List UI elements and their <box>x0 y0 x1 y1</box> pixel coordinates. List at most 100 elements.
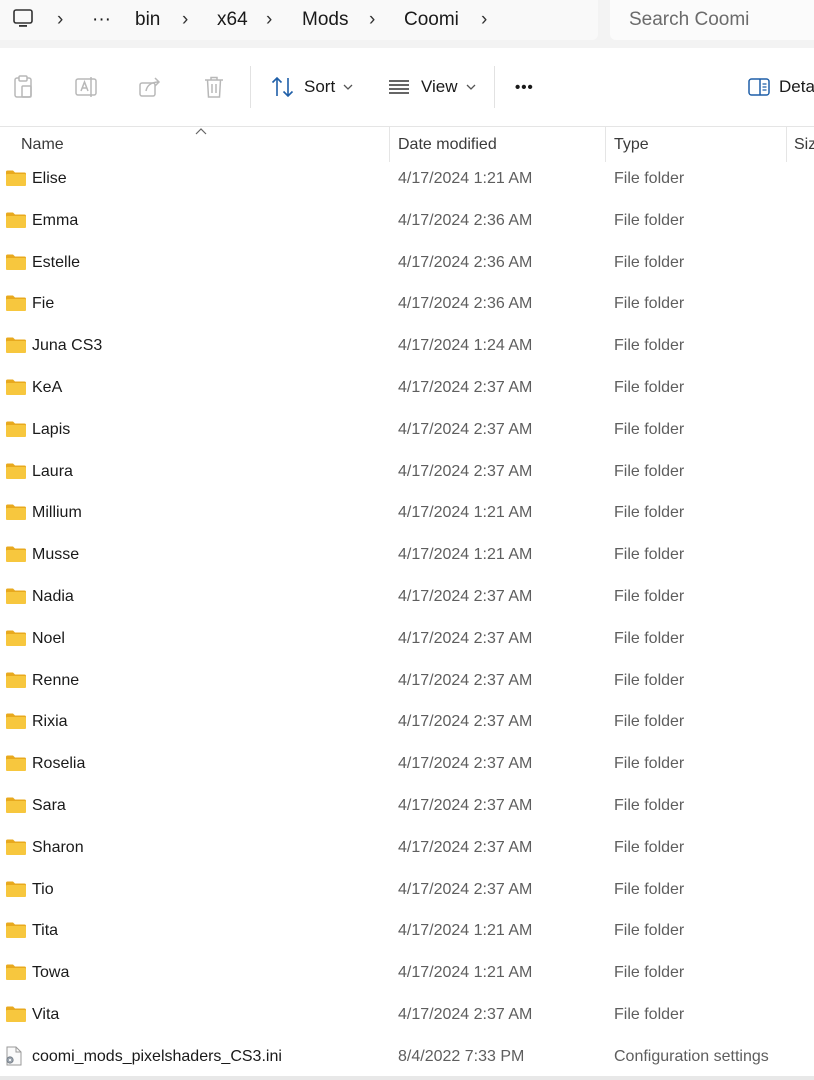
file-date-modified: 4/17/2024 2:37 AM <box>398 587 533 605</box>
file-row[interactable]: Towa 4/17/2024 1:21 AM File folder <box>0 952 814 994</box>
view-list-icon <box>388 79 410 95</box>
sort-ascending-icon <box>194 124 208 135</box>
file-name: Lapis <box>32 420 71 438</box>
horizontal-scrollbar[interactable] <box>0 1076 814 1080</box>
breadcrumb-separator: › <box>182 9 189 30</box>
file-name: Juna CS3 <box>32 337 103 355</box>
search-box[interactable] <box>610 0 814 40</box>
file-name: Estelle <box>32 253 81 271</box>
toolbar-divider <box>250 66 251 108</box>
file-type: File folder <box>614 629 685 647</box>
file-type: File folder <box>614 755 685 773</box>
file-row[interactable]: Sara 4/17/2024 2:37 AM File folder <box>0 785 814 827</box>
folder-icon <box>5 420 27 438</box>
file-row[interactable]: Emma 4/17/2024 2:36 AM File folder <box>0 200 814 242</box>
see-more-button[interactable]: ••• <box>515 70 534 104</box>
file-row[interactable]: Renne 4/17/2024 2:37 AM File folder <box>0 660 814 702</box>
share-icon[interactable] <box>137 74 163 100</box>
view-button[interactable]: View <box>388 70 476 104</box>
file-row[interactable]: Roselia 4/17/2024 2:37 AM File folder <box>0 743 814 785</box>
column-header-type[interactable]: Type <box>614 126 649 162</box>
file-row[interactable]: Lapis 4/17/2024 2:37 AM File folder <box>0 409 814 451</box>
file-row[interactable]: KeA 4/17/2024 2:37 AM File folder <box>0 367 814 409</box>
details-label: Deta <box>779 77 814 96</box>
file-name: Renne <box>32 671 80 689</box>
file-date-modified: 4/17/2024 2:36 AM <box>398 253 533 271</box>
file-row[interactable]: Juna CS3 4/17/2024 1:24 AM File folder <box>0 325 814 367</box>
file-row[interactable]: Fie 4/17/2024 2:36 AM File folder <box>0 283 814 325</box>
folder-icon <box>5 378 27 396</box>
file-name: Emma <box>32 211 79 229</box>
file-name: Noel <box>32 629 65 647</box>
file-name: Vita <box>32 1005 60 1023</box>
file-row[interactable]: Elise 4/17/2024 1:21 AM File folder <box>0 158 814 200</box>
details-pane-button[interactable]: Deta <box>748 70 814 104</box>
file-row[interactable]: Sharon 4/17/2024 2:37 AM File folder <box>0 827 814 869</box>
file-row[interactable]: Rixia 4/17/2024 2:37 AM File folder <box>0 701 814 743</box>
file-row[interactable]: Tio 4/17/2024 2:37 AM File folder <box>0 869 814 911</box>
column-header-size[interactable]: Siz <box>794 126 814 162</box>
file-row[interactable]: Tita 4/17/2024 1:21 AM File folder <box>0 910 814 952</box>
folder-icon <box>5 671 27 689</box>
file-type: File folder <box>614 671 685 689</box>
column-divider[interactable] <box>389 126 390 162</box>
file-date-modified: 4/17/2024 1:21 AM <box>398 546 533 564</box>
folder-icon <box>5 587 27 605</box>
file-row[interactable]: Noel 4/17/2024 2:37 AM File folder <box>0 618 814 660</box>
file-type: File folder <box>614 1005 685 1023</box>
column-header-date[interactable]: Date modified <box>398 126 497 162</box>
folder-icon <box>5 1005 27 1023</box>
sort-icon <box>271 76 295 98</box>
file-type: File folder <box>614 295 685 313</box>
folder-icon <box>5 880 27 898</box>
file-type: File folder <box>614 378 685 396</box>
paste-icon[interactable] <box>10 74 36 100</box>
file-type: File folder <box>614 587 685 605</box>
file-name: Elise <box>32 170 67 187</box>
folder-icon <box>5 211 27 229</box>
column-header-name[interactable]: Name <box>21 126 64 162</box>
file-name: Musse <box>32 546 80 564</box>
file-type: File folder <box>614 337 685 355</box>
file-list: Elise 4/17/2024 1:21 AM File folder Emma 4/1… <box>0 158 814 1078</box>
breadcrumb-separator: › <box>266 9 273 30</box>
breadcrumb-separator[interactable]: › <box>481 0 487 40</box>
folder-icon <box>5 963 27 981</box>
file-date-modified: 4/17/2024 2:37 AM <box>398 378 533 396</box>
file-date-modified: 4/17/2024 2:37 AM <box>398 1005 533 1023</box>
this-pc-icon[interactable] <box>12 8 34 35</box>
file-row[interactable]: Millium 4/17/2024 1:21 AM File folder <box>0 492 814 534</box>
file-date-modified: 4/17/2024 2:37 AM <box>398 880 533 898</box>
file-date-modified: 4/17/2024 1:21 AM <box>398 922 533 940</box>
file-type: File folder <box>614 964 685 982</box>
file-type: File folder <box>614 838 685 856</box>
folder-icon <box>5 545 27 563</box>
breadcrumb-item-mods[interactable]: Mods <box>302 0 348 40</box>
column-divider[interactable] <box>605 126 606 162</box>
breadcrumb-item-x64[interactable]: x64 <box>217 0 248 40</box>
file-date-modified: 4/17/2024 2:37 AM <box>398 420 533 438</box>
file-date-modified: 4/17/2024 2:37 AM <box>398 796 533 814</box>
rename-icon[interactable] <box>73 74 99 100</box>
breadcrumb-item-bin[interactable]: bin <box>135 0 160 40</box>
folder-icon <box>5 169 27 187</box>
column-divider[interactable] <box>786 126 787 162</box>
delete-icon[interactable] <box>201 74 227 100</box>
breadcrumb-more-button[interactable]: ··· <box>92 0 111 40</box>
file-name: Sharon <box>32 838 84 856</box>
file-row[interactable]: Laura 4/17/2024 2:37 AM File folder <box>0 451 814 493</box>
file-date-modified: 4/17/2024 1:21 AM <box>398 504 533 522</box>
address-bar: › ··· bin › x64 › Mods › Coomi › <box>0 0 814 48</box>
file-date-modified: 4/17/2024 2:36 AM <box>398 295 533 313</box>
search-input[interactable] <box>610 0 814 40</box>
file-row[interactable]: coomi_mods_pixelshaders_CS3.ini 8/4/2022 … <box>0 1036 814 1078</box>
breadcrumb-item-coomi[interactable]: Coomi <box>404 0 459 40</box>
file-row[interactable]: Estelle 4/17/2024 2:36 AM File folder <box>0 242 814 284</box>
breadcrumb-separator: › <box>369 9 376 30</box>
file-date-modified: 4/17/2024 2:37 AM <box>398 629 533 647</box>
file-row[interactable]: Musse 4/17/2024 1:21 AM File folder <box>0 534 814 576</box>
file-row[interactable]: Vita 4/17/2024 2:37 AM File folder <box>0 994 814 1036</box>
file-row[interactable]: Nadia 4/17/2024 2:37 AM File folder <box>0 576 814 618</box>
sort-button[interactable]: Sort <box>271 70 353 104</box>
breadcrumb[interactable]: › ··· bin › x64 › Mods › Coomi › <box>0 0 598 40</box>
